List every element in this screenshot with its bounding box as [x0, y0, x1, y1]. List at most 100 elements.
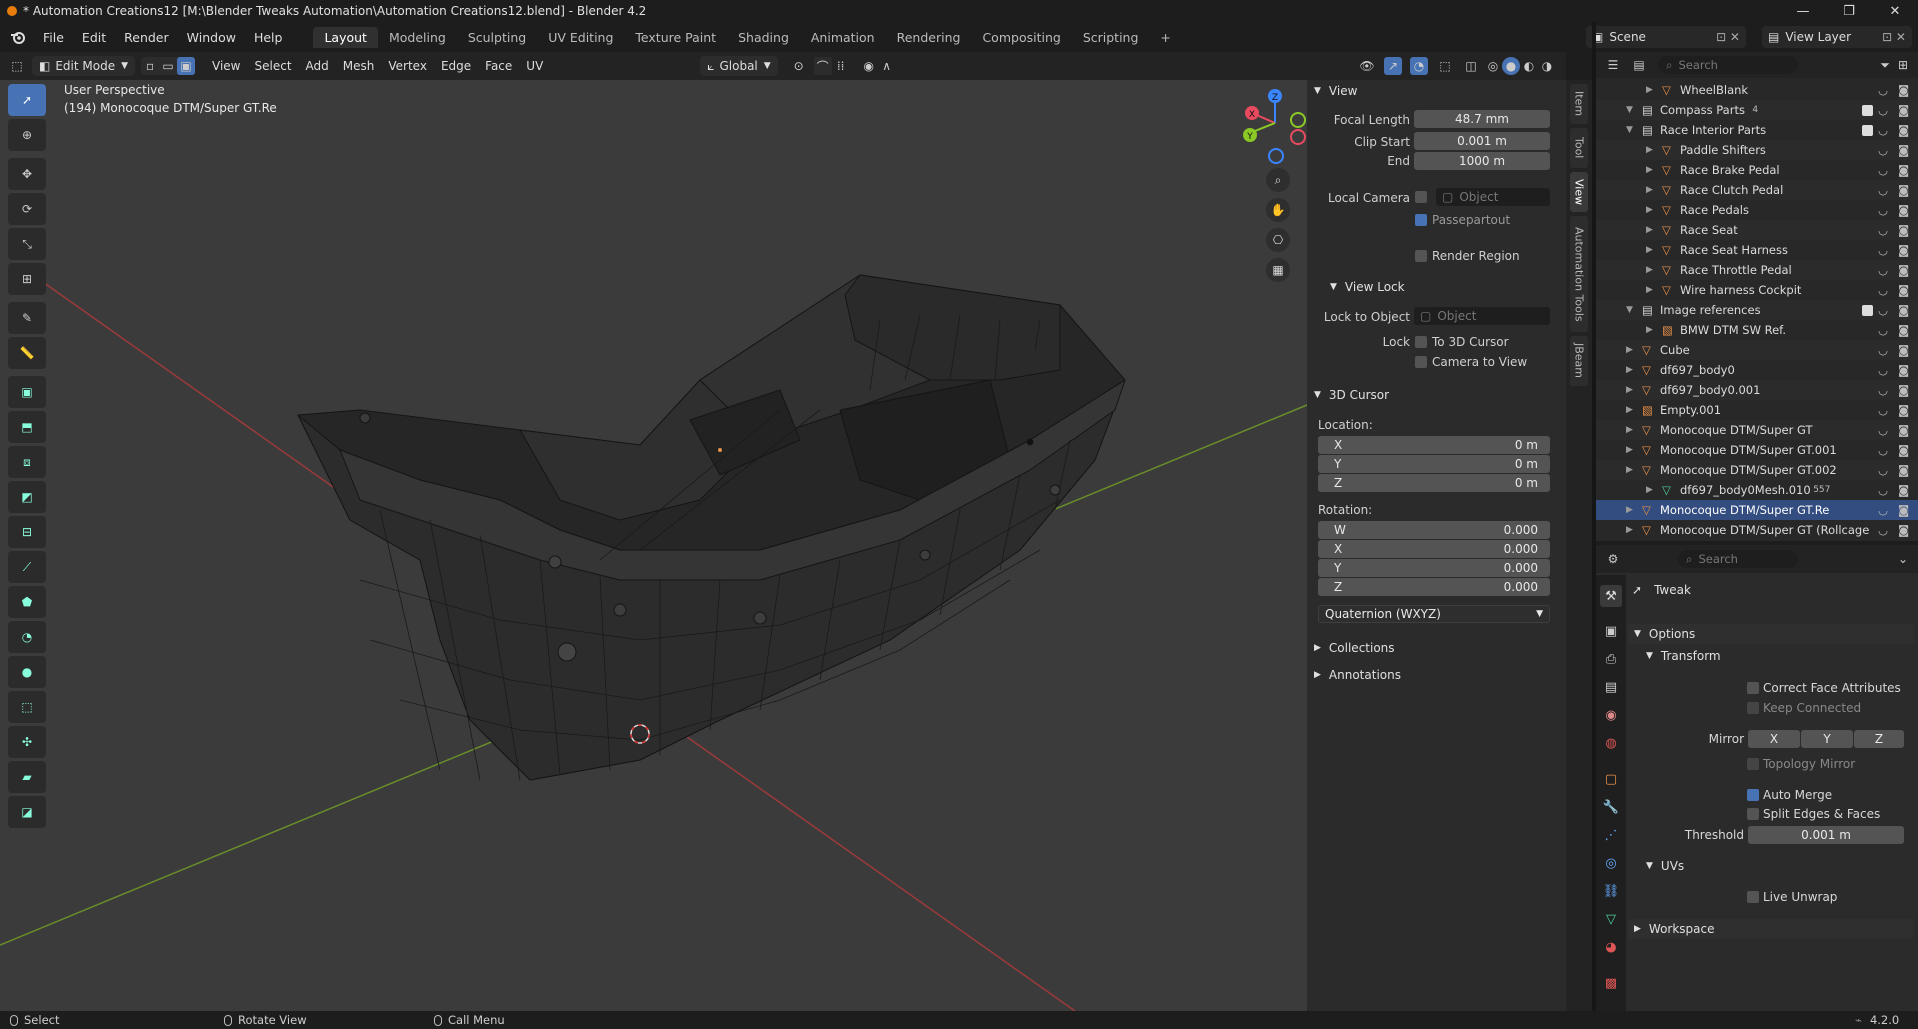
- add-workspace-button[interactable]: +: [1149, 27, 1181, 48]
- poly-build-tool-icon[interactable]: ⬟: [8, 586, 46, 618]
- passepartout-checkbox[interactable]: [1415, 214, 1427, 226]
- workspace-tab-shading[interactable]: Shading: [727, 27, 800, 48]
- menu-mesh[interactable]: Mesh: [336, 56, 382, 76]
- falloff-icon[interactable]: ∧: [878, 57, 896, 75]
- visibility-icon[interactable]: 👁: [1358, 57, 1376, 75]
- eye-icon[interactable]: ◡: [1878, 323, 1888, 337]
- edge-slide-tool-icon[interactable]: ⬚: [8, 691, 46, 723]
- outliner-row[interactable]: ▶ ▽ Monocoque DTM/Super GT.002 ◡ ◙: [1596, 460, 1918, 480]
- cursor-rotation-x-field[interactable]: X 0.000: [1318, 540, 1550, 558]
- outliner-row[interactable]: ▼ ▤ Race Interior Parts ◡ ◙: [1596, 120, 1918, 140]
- output-tab-icon[interactable]: ⎙: [1600, 648, 1622, 670]
- eye-icon[interactable]: ◡: [1878, 443, 1888, 457]
- workspace-tab-sculpting[interactable]: Sculpting: [457, 27, 537, 48]
- proportional-edit-icon[interactable]: ◉: [860, 57, 878, 75]
- vertex-select-icon[interactable]: ▫: [141, 57, 159, 75]
- threshold-field[interactable]: 0.001 m: [1748, 826, 1904, 844]
- eye-icon[interactable]: ◡: [1878, 203, 1888, 217]
- cursor-rotation-z-field[interactable]: Z 0.000: [1318, 578, 1550, 596]
- split-edges-faces-checkbox[interactable]: [1747, 808, 1759, 820]
- workspace-tab-uv-editing[interactable]: UV Editing: [537, 27, 624, 48]
- view-section-header[interactable]: ▼ View: [1314, 84, 1357, 98]
- outliner-row[interactable]: ▶ ▽ Race Seat ◡ ◙: [1596, 220, 1918, 240]
- camera-render-icon[interactable]: ◙: [1898, 143, 1909, 157]
- focal-length-field[interactable]: 48.7 mm: [1414, 110, 1550, 128]
- view-layer-selector[interactable]: ▤ View Layer ⊡ ✕: [1762, 26, 1912, 48]
- cursor-location-z-field[interactable]: Z 0 m: [1318, 474, 1550, 492]
- chevron-right-icon[interactable]: ▶: [1626, 345, 1633, 355]
- eye-icon[interactable]: ◡: [1878, 423, 1888, 437]
- 3d-cursor-section-header[interactable]: ▼ 3D Cursor: [1314, 388, 1389, 402]
- cursor-location-y-field[interactable]: Y 0 m: [1318, 455, 1550, 473]
- tweak-tool-icon[interactable]: ➚: [8, 84, 46, 116]
- face-select-icon[interactable]: ▣: [177, 57, 196, 75]
- chevron-right-icon[interactable]: ▶: [1626, 405, 1633, 415]
- tab-tool[interactable]: Tool: [1570, 128, 1588, 168]
- editor-type-icon[interactable]: ⬚: [8, 57, 26, 75]
- properties-search-input[interactable]: ⌕ Search: [1678, 550, 1798, 568]
- camera-render-icon[interactable]: ◙: [1898, 463, 1909, 477]
- chevron-down-icon[interactable]: ▼: [1626, 105, 1633, 115]
- camera-render-icon[interactable]: ◙: [1898, 263, 1909, 277]
- rotation-mode-dropdown[interactable]: Quaternion (WXYZ) ▼: [1318, 605, 1550, 623]
- camera-render-icon[interactable]: ◙: [1898, 83, 1909, 97]
- outliner-row[interactable]: ▶ ▽ Monocoque DTM/Super GT.Re ◡ ◙: [1596, 500, 1918, 520]
- annotate-tool-icon[interactable]: ✎: [8, 302, 46, 334]
- outliner-row[interactable]: ▶ ▧ BMW DTM SW Ref. ◡ ◙: [1596, 320, 1918, 340]
- chevron-right-icon[interactable]: ▶: [1646, 185, 1653, 195]
- menu-view[interactable]: View: [205, 56, 247, 76]
- menu-select[interactable]: Select: [248, 56, 299, 76]
- outliner-row[interactable]: ▶ ▽ Race Seat Harness ◡ ◙: [1596, 240, 1918, 260]
- camera-render-icon[interactable]: ◙: [1898, 443, 1909, 457]
- chevron-right-icon[interactable]: ▶: [1646, 165, 1653, 175]
- world-tab-icon[interactable]: ◍: [1600, 732, 1622, 754]
- keep-connected-checkbox[interactable]: [1747, 702, 1759, 714]
- camera-render-icon[interactable]: ◙: [1898, 183, 1909, 197]
- rotate-tool-icon[interactable]: ⟳: [8, 193, 46, 225]
- tool-tab-icon[interactable]: ⚒: [1600, 585, 1622, 607]
- eye-icon[interactable]: ◡: [1878, 263, 1888, 277]
- menu-face[interactable]: Face: [478, 56, 519, 76]
- camera-render-icon[interactable]: ◙: [1898, 103, 1909, 117]
- chevron-right-icon[interactable]: ▶: [1646, 145, 1653, 155]
- camera-render-icon[interactable]: ◙: [1898, 223, 1909, 237]
- outliner-row[interactable]: ▼ ▤ Image references ◡ ◙: [1596, 300, 1918, 320]
- chevron-right-icon[interactable]: ▶: [1646, 325, 1653, 335]
- eye-icon[interactable]: ◡: [1878, 343, 1888, 357]
- material-shading-icon[interactable]: ◐: [1520, 57, 1538, 75]
- close-button[interactable]: ✕: [1872, 0, 1918, 22]
- view-layer-tab-icon[interactable]: ▤: [1600, 676, 1622, 698]
- solid-shading-icon[interactable]: ●: [1502, 57, 1520, 75]
- cursor-location-x-field[interactable]: X 0 m: [1318, 436, 1550, 454]
- chevron-right-icon[interactable]: ▶: [1626, 445, 1633, 455]
- display-mode-icon[interactable]: ▤: [1630, 56, 1648, 74]
- camera-render-icon[interactable]: ◙: [1898, 243, 1909, 257]
- chevron-right-icon[interactable]: ▶: [1646, 265, 1653, 275]
- view-layer-new-icon[interactable]: ⊡ ✕: [1882, 30, 1906, 44]
- chevron-down-icon[interactable]: ▼: [1626, 125, 1633, 135]
- chevron-right-icon[interactable]: ▶: [1646, 245, 1653, 255]
- material-tab-icon[interactable]: ◕: [1600, 936, 1622, 958]
- eye-icon[interactable]: ◡: [1878, 503, 1888, 517]
- collections-section-header[interactable]: ▶ Collections: [1314, 641, 1395, 655]
- rendered-shading-icon[interactable]: ◑: [1538, 57, 1556, 75]
- minimize-button[interactable]: —: [1780, 0, 1826, 22]
- mirror-y-button[interactable]: Y: [1801, 730, 1853, 748]
- outliner-row[interactable]: ▶ ▽ Paddle Shifters ◡ ◙: [1596, 140, 1918, 160]
- shear-tool-icon[interactable]: ▰: [8, 761, 46, 793]
- eye-icon[interactable]: ◡: [1878, 183, 1888, 197]
- mode-selector[interactable]: ◧ Edit Mode ▼: [32, 56, 136, 76]
- menu-edit[interactable]: Edit: [73, 30, 115, 45]
- particles-tab-icon[interactable]: ⋰: [1600, 824, 1622, 846]
- live-unwrap-checkbox[interactable]: [1747, 891, 1759, 903]
- edge-select-icon[interactable]: ▭: [159, 57, 177, 75]
- outliner-row[interactable]: ▶ ▽ Race Throttle Pedal ◡ ◙: [1596, 260, 1918, 280]
- chevron-right-icon[interactable]: ▶: [1626, 365, 1633, 375]
- outliner-row[interactable]: ▶ ▽ df697_body0 ◡ ◙: [1596, 360, 1918, 380]
- chevron-right-icon[interactable]: ▶: [1646, 485, 1653, 495]
- eye-icon[interactable]: ◡: [1878, 103, 1888, 117]
- uvs-subpanel-header[interactable]: ▼ UVs: [1646, 859, 1684, 873]
- outliner-row[interactable]: ▶ ▽ df697_body0.001 ◡ ◙: [1596, 380, 1918, 400]
- modifiers-tab-icon[interactable]: 🔧: [1600, 796, 1622, 818]
- outliner-row[interactable]: ▶ ▽ Monocoque DTM/Super GT ◡ ◙: [1596, 420, 1918, 440]
